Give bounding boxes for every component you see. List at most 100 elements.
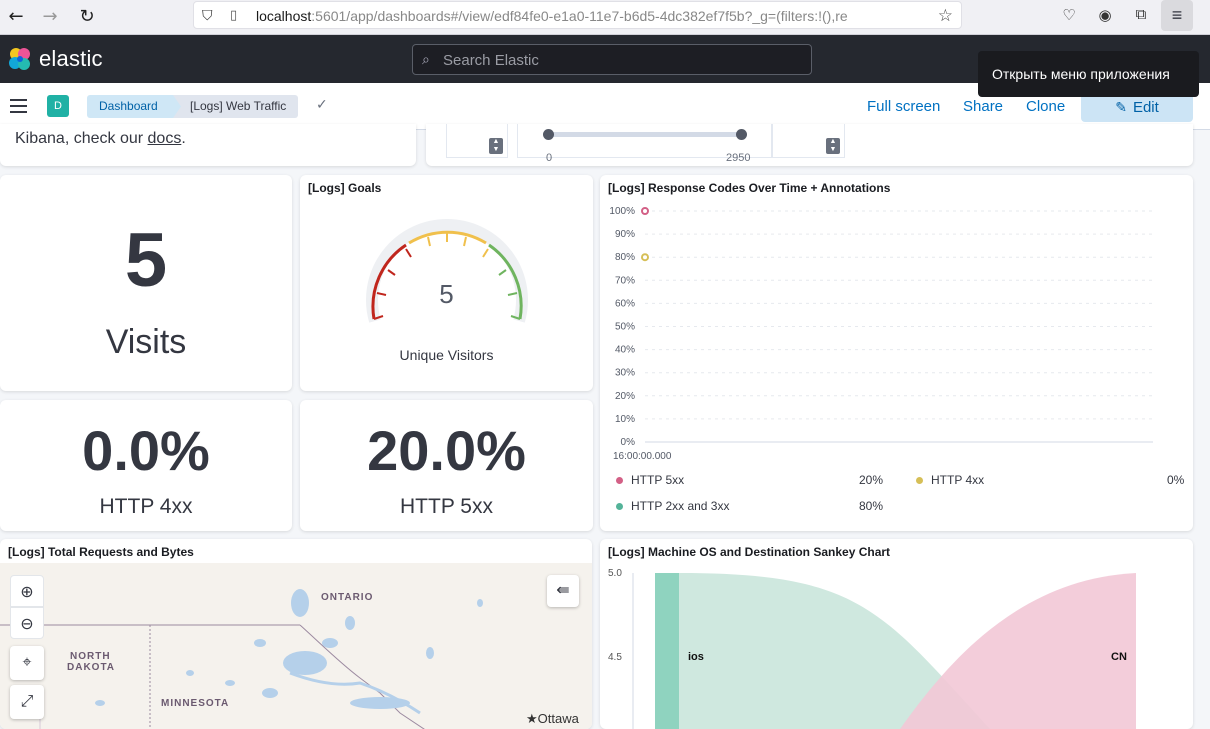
- ottawa-text: Ottawa: [537, 711, 579, 726]
- legend-value-http4xx: 0%: [1167, 473, 1185, 487]
- legend-item-http2xx3xx[interactable]: HTTP 2xx and 3xx: [616, 499, 729, 513]
- slider-min-label: 0: [546, 152, 553, 164]
- number-input-right[interactable]: ▲ ▼: [772, 124, 845, 158]
- markdown-panel: Kibana, check our docs.: [0, 124, 416, 166]
- data-point[interactable]: [641, 253, 649, 262]
- menu-toggle-icon[interactable]: [10, 99, 27, 113]
- breadcrumb-current: [Logs] Web Traffic: [173, 95, 299, 118]
- account-icon[interactable]: ◉: [1093, 6, 1117, 24]
- slider-track: [548, 132, 742, 137]
- y-tick-label: 30%: [615, 368, 635, 379]
- goals-title: [Logs] Goals: [308, 181, 382, 195]
- map-label-dakota: DAKOTA: [67, 662, 116, 673]
- response-codes-title: [Logs] Response Codes Over Time + Annota…: [608, 181, 891, 195]
- search-icon: ⌕: [422, 51, 430, 67]
- legend-swatch: [616, 477, 623, 485]
- url-host: localhost: [256, 8, 312, 24]
- number-input-left[interactable]: ▲ ▼: [446, 124, 508, 158]
- pocket-icon[interactable]: ♡: [1057, 6, 1081, 24]
- space-avatar[interactable]: D: [47, 95, 69, 117]
- legend-swatch: [916, 477, 923, 485]
- sankey-node-cn: CN: [1111, 651, 1127, 663]
- sankey-node-ios: ios: [688, 651, 704, 663]
- http4xx-value: 0.0%: [82, 419, 210, 482]
- visits-metric-panel: 5 Visits: [0, 175, 292, 391]
- map-label-north: NORTH: [70, 651, 111, 662]
- slider-max-handle[interactable]: [736, 129, 747, 140]
- y-tick-label: 0%: [621, 437, 636, 448]
- visits-label: Visits: [105, 323, 187, 361]
- locate-icon[interactable]: ⌖: [10, 646, 44, 680]
- global-search[interactable]: ⌕: [412, 44, 812, 75]
- response-codes-panel: [Logs] Response Codes Over Time + Annota…: [600, 175, 1193, 531]
- search-input[interactable]: [443, 49, 793, 71]
- y-tick-label: 70%: [615, 275, 635, 286]
- docs-link[interactable]: docs: [148, 130, 182, 147]
- zoom-out-icon[interactable]: ⊖: [10, 607, 44, 639]
- http4xx-label: HTTP 4xx: [99, 495, 193, 518]
- goals-gauge: [366, 219, 528, 323]
- data-point[interactable]: [641, 207, 649, 215]
- stepper-icon[interactable]: ▲ ▼: [826, 138, 840, 154]
- markdown-body: Kibana, check our: [15, 130, 148, 147]
- sankey-chart: [632, 573, 1136, 729]
- share-button[interactable]: Share: [963, 98, 1003, 115]
- url-text[interactable]: localhost:5601/app/dashboards#/view/edf8…: [256, 8, 916, 24]
- visits-value: 5: [124, 218, 168, 303]
- map-canvas[interactable]: [0, 563, 592, 729]
- bookmark-star-icon[interactable]: ☆: [938, 6, 953, 26]
- shield-icon[interactable]: ⛉: [202, 7, 213, 24]
- map-title: [Logs] Total Requests and Bytes: [8, 545, 194, 559]
- controls-panel: ▲ ▼ 0 2950 ▲ ▼: [426, 124, 1193, 166]
- edit-label: Edit: [1132, 99, 1159, 116]
- map-panel: [Logs] Total Requests and Bytes ONTARIO …: [0, 539, 592, 729]
- extensions-icon[interactable]: ⧉: [1129, 6, 1153, 23]
- response-codes-chart: 0% 10% 20% 30% 40% 50% 60% 70% 80% 90% 100% 16:00:0…: [609, 206, 1153, 462]
- range-slider[interactable]: 0 2950: [517, 124, 772, 164]
- saved-check-icon: ✓: [316, 96, 328, 112]
- zoom-in-icon[interactable]: ⊕: [10, 575, 44, 607]
- legend-item-http5xx[interactable]: HTTP 5xx: [616, 473, 684, 487]
- http5xx-label: HTTP 5xx: [400, 495, 493, 518]
- slider-min-handle[interactable]: [543, 129, 554, 140]
- fullscreen-button[interactable]: Full screen: [867, 98, 940, 115]
- slider-max-label: 2950: [726, 152, 751, 164]
- http5xx-value: 20.0%: [367, 419, 526, 482]
- y-tick-label: 100%: [609, 206, 635, 217]
- legend-label: HTTP 2xx and 3xx: [631, 499, 730, 513]
- y-tick-label: 90%: [615, 229, 635, 240]
- legend-label: HTTP 5xx: [631, 473, 685, 487]
- y-tick-label: 20%: [615, 391, 635, 402]
- legend-swatch: [616, 503, 623, 511]
- http4xx-panel: 0.0% HTTP 4xx: [0, 400, 292, 531]
- sankey-panel: [Logs] Machine OS and Destination Sankey…: [600, 539, 1193, 729]
- clone-button[interactable]: Clone: [1026, 98, 1065, 115]
- reload-icon[interactable]: ↻: [75, 6, 99, 28]
- page-info-icon[interactable]: ▯: [230, 7, 237, 23]
- breadcrumb-dashboard[interactable]: Dashboard: [87, 95, 182, 118]
- app-menu-icon[interactable]: ≡: [1161, 0, 1193, 31]
- y-tick-label: 60%: [615, 298, 635, 309]
- elastic-wordmark[interactable]: elastic: [39, 46, 103, 72]
- y-tick-label: 50%: [615, 322, 635, 333]
- legend-item-http4xx[interactable]: HTTP 4xx: [916, 473, 984, 487]
- pencil-icon: ✎: [1115, 99, 1127, 115]
- map-label-ottawa: ★Ottawa: [526, 711, 579, 726]
- back-icon[interactable]: ←: [4, 6, 28, 28]
- y-tick-label: 80%: [615, 252, 635, 263]
- legend-value-http2xx3xx: 80%: [859, 499, 884, 513]
- url-path: :5601/app/dashboards#/view/edf84fe0-e1a0…: [311, 8, 848, 24]
- app-menu-tooltip: Открыть меню приложения: [978, 51, 1199, 97]
- layers-toggle-icon[interactable]: ⇚: [547, 575, 579, 607]
- http5xx-panel: 20.0% HTTP 5xx: [300, 400, 593, 531]
- y-tick-label: 10%: [615, 414, 635, 425]
- forward-icon[interactable]: →: [38, 6, 62, 28]
- fullscreen-map-icon[interactable]: ⤢: [10, 685, 44, 719]
- stepper-icon[interactable]: ▲ ▼: [489, 138, 503, 154]
- goals-value: 5: [439, 279, 454, 309]
- goals-panel: [Logs] Goals 5 Unique Visitors: [300, 175, 593, 391]
- goals-label: Unique Visitors: [399, 347, 494, 363]
- address-bar[interactable]: ⛉ ▯ localhost:5601/app/dashboards#/view/…: [193, 1, 962, 29]
- elastic-logo-icon[interactable]: [7, 46, 33, 72]
- browser-toolbar: ← → ↻ ⛉ ▯ localhost:5601/app/dashboards#…: [0, 0, 1210, 35]
